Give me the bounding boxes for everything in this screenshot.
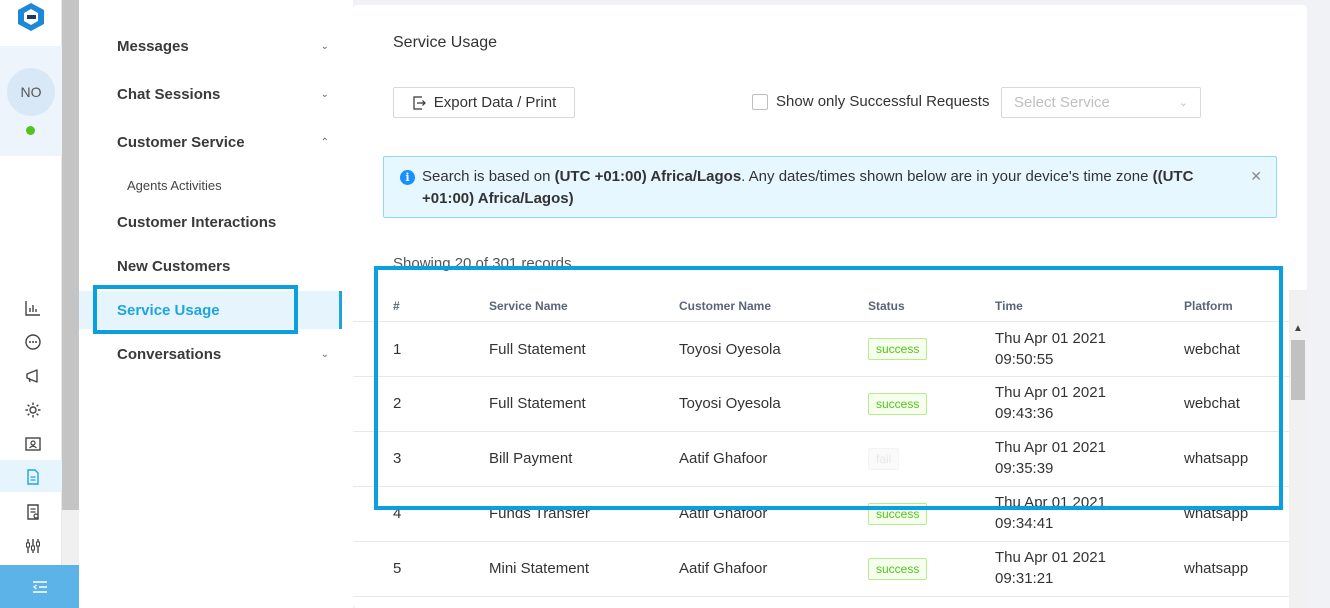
chevron-down-icon: ⌄ (1178, 97, 1188, 109)
alert-prefix: Search is based on (422, 168, 555, 185)
table-highlight (374, 266, 1283, 510)
export-button[interactable]: Export Data / Print (393, 87, 575, 118)
collapse-menu-button[interactable] (0, 565, 79, 608)
row-customer: Aatif Ghafoor (679, 560, 768, 577)
timezone-info-alert: i Search is based on (UTC +01:00) Africa… (383, 156, 1277, 218)
scroll-up-icon[interactable]: ▲ (1293, 323, 1303, 334)
sliders-icon[interactable] (24, 537, 42, 555)
menu-fold-icon (32, 580, 47, 593)
export-icon (413, 95, 426, 110)
successful-only-checkbox[interactable] (752, 93, 768, 110)
online-status-dot (26, 126, 35, 135)
chevron-down-icon: ⌄ (320, 89, 329, 100)
service-select-placeholder: Select Service (1014, 94, 1110, 111)
chevron-up-icon: ⌃ (320, 137, 329, 148)
info-icon: i (400, 170, 415, 185)
successful-only-toggle[interactable]: Show only Successful Requests (752, 93, 989, 110)
nav-conversations-label: Conversations (117, 346, 222, 363)
report-icon[interactable] (24, 503, 42, 521)
status-badge: success (868, 558, 928, 580)
nav-conversations[interactable]: Conversations ⌄ (117, 346, 329, 363)
row-service: Mini Statement (489, 560, 590, 577)
alert-timezone: (UTC +01:00) Africa/Lagos (554, 168, 742, 185)
row-platform: whatsapp (1184, 560, 1249, 577)
chat-icon[interactable] (24, 333, 42, 351)
close-icon[interactable]: ✕ (1250, 168, 1262, 185)
alert-middle: . Any dates/times shown below are in you… (741, 168, 1153, 185)
rail-scrollbar[interactable] (62, 0, 79, 510)
service-select[interactable]: Select Service ⌄ (1001, 87, 1201, 118)
nav-new-customers[interactable]: New Customers (117, 258, 329, 275)
nav-chat-sessions-label: Chat Sessions (117, 86, 221, 103)
scroll-thumb[interactable] (1291, 340, 1305, 400)
document-icon[interactable] (24, 468, 42, 486)
avatar[interactable]: NO (7, 68, 55, 116)
timezone-info-text: Search is based on (UTC +01:00) Africa/L… (422, 166, 1242, 210)
service-usage-highlight (93, 285, 298, 334)
nav-customer-interactions-label: Customer Interactions (117, 214, 277, 231)
chevron-down-icon: ⌄ (320, 349, 329, 360)
page-title: Service Usage (393, 34, 498, 51)
chevron-down-icon: ⌄ (320, 41, 329, 52)
row-date: Thu Apr 01 2021 (995, 549, 1106, 566)
table-row[interactable]: 5 Mini Statement Aatif Ghafoor success T… (353, 542, 1289, 597)
chart-icon[interactable] (24, 299, 42, 317)
successful-only-label: Show only Successful Requests (776, 93, 990, 110)
icon-rail: NO (0, 0, 62, 608)
nav-customer-service[interactable]: Customer Service ⌃ (117, 134, 329, 151)
nav-customer-service-label: Customer Service (117, 134, 245, 151)
row-clock: 09:31:21 (995, 570, 1054, 587)
nav-chat-sessions[interactable]: Chat Sessions ⌄ (117, 86, 329, 103)
nav-new-customers-label: New Customers (117, 258, 231, 275)
contact-card-icon[interactable] (24, 435, 42, 453)
gear-icon[interactable] (24, 401, 42, 419)
app-logo[interactable] (16, 2, 46, 32)
table-scrollbar[interactable]: ▲ (1289, 290, 1307, 608)
row-number: 5 (393, 560, 402, 577)
row-clock: 09:34:41 (995, 515, 1054, 532)
nav-messages-label: Messages (117, 38, 189, 55)
nav-agents-activities[interactable]: Agents Activities (127, 178, 222, 193)
nav-messages[interactable]: Messages ⌄ (117, 38, 329, 55)
row-time: Thu Apr 01 2021 09:31:21 (995, 547, 1106, 589)
nav-customer-interactions[interactable]: Customer Interactions (117, 214, 329, 231)
export-button-label: Export Data / Print (433, 94, 557, 111)
megaphone-icon[interactable] (24, 367, 42, 385)
